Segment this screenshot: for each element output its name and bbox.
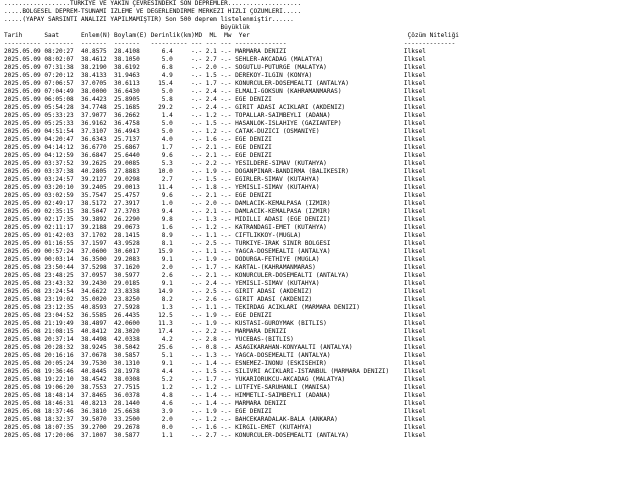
earthquake-row: 2025.05.09 01:42:03 37.1702 28.1415 8.9 … [4,232,426,239]
earthquake-row: 2025.05.09 05:25:33 36.9162 36.4758 5.0 … [4,120,426,127]
earthquake-row: 2025.05.09 04:12:59 36.6847 25.6440 9.6 … [4,152,426,159]
earthquake-row: 2025.05.09 01:16:55 37.1597 43.9528 8.1 … [4,240,426,247]
earthquake-row: 2025.05.09 08:20:27 40.8575 28.4108 6.4 … [4,48,426,55]
earthquake-row: 2025.05.08 23:48:25 37.0957 30.5977 2.6 … [4,272,426,279]
earthquake-row: 2025.05.09 02:11:17 39.2188 29.0673 1.6 … [4,224,426,231]
earthquake-row: 2025.05.09 07:20:12 38.4133 31.9463 4.9 … [4,72,426,79]
earthquake-row: 2025.05.09 04:51:54 37.3107 36.4943 5.0 … [4,128,426,135]
earthquake-row: 2025.05.08 21:08:15 40.8412 28.3020 17.4… [4,328,426,335]
earthquake-row: 2025.05.09 06:05:08 36.4423 25.8905 5.8 … [4,96,426,103]
banner-line-title: ..................TÜRKİYE VE YAKIN ÇEVRE… [4,0,302,7]
earthquake-row: 2025.05.08 20:16:16 37.0678 30.5857 5.1 … [4,352,426,359]
earthquake-row: 2025.05.08 18:46:31 40.8213 28.1440 4.6 … [4,400,426,407]
earthquake-row: 2025.05.08 17:20:06 37.1007 30.5877 1.1 … [4,432,426,439]
earthquake-row: 2025.05.08 23:19:02 35.0020 23.8250 8.2 … [4,296,426,303]
earthquake-row: 2025.05.09 08:02:07 38.4612 38.1050 5.0 … [4,56,426,63]
earthquake-table-body: 2025.05.09 08:20:27 40.8575 28.4108 6.4 … [4,48,640,440]
earthquake-row: 2025.05.09 03:20:10 39.2405 29.0013 11.4… [4,184,426,191]
earthquake-row: 2025.05.09 00:03:14 36.3500 29.2083 9.1 … [4,256,426,263]
banner-line-institute: .....BÖLGESEL DEPREM-TSUNAMİ İZLEME VE D… [4,8,302,15]
earthquake-row: 2025.05.08 23:04:52 36.5585 26.4435 12.5… [4,312,426,319]
earthquake-row: 2025.05.08 21:19:49 38.4897 42.0600 11.3… [4,320,426,327]
earthquake-row: 2025.05.08 23:43:32 39.2430 29.0185 9.1 … [4,280,426,287]
earthquake-row: 2025.05.09 02:49:17 38.5172 27.3917 1.0 … [4,200,426,207]
earthquake-row: 2025.05.08 19:06:20 38.7553 27.7515 1.2 … [4,384,426,391]
magnitude-group-label: Büyüklük [4,24,250,31]
earthquake-list-page: ..................TÜRKİYE VE YAKIN ÇEVRE… [0,0,640,478]
earthquake-row: 2025.05.08 20:05:24 39.7530 30.1310 9.1 … [4,360,426,367]
earthquake-row: 2025.05.09 05:54:28 34.7748 25.1685 29.2… [4,104,426,111]
earthquake-row: 2025.05.08 18:07:35 39.2700 29.2678 0.0 … [4,424,426,431]
earthquake-row: 2025.05.08 20:37:14 38.4498 42.0338 4.2 … [4,336,426,343]
earthquake-row: 2025.05.09 04:14:12 36.6770 25.6867 1.7 … [4,144,426,151]
earthquake-row: 2025.05.08 20:28:32 38.9245 30.5042 25.6… [4,344,426,351]
earthquake-row: 2025.05.08 18:48:14 37.8465 36.0378 4.8 … [4,392,426,399]
earthquake-row: 2025.05.08 23:50:44 37.5298 37.1620 2.0 … [4,264,426,271]
banner-line-note: .....(YAPAY SARSINTI ANALİZİ YAPILMAMIŞT… [4,16,294,23]
earthquake-row: 2025.05.09 07:31:38 38.2190 38.6192 6.8 … [4,64,426,71]
earthquake-row: 2025.05.09 02:35:15 38.5047 27.3703 9.4 … [4,208,426,215]
earthquake-row: 2025.05.09 03:37:38 40.2805 27.8883 10.0… [4,168,426,175]
earthquake-row: 2025.05.08 19:36:46 40.8445 28.1978 4.4 … [4,368,426,375]
earthquake-row: 2025.05.09 03:24:57 39.2127 29.0298 2.7 … [4,176,426,183]
earthquake-row: 2025.05.09 04:20:47 36.6343 25.7137 4.0 … [4,136,426,143]
earthquake-row: 2025.05.09 03:37:52 39.2625 29.0085 5.3 … [4,160,426,167]
column-headers: Tarih Saat Enlem(N) Boylam(E) Derinlik(k… [4,32,459,39]
header-separator: ---------- -------- ------- ------- ----… [4,40,456,47]
earthquake-row: 2025.05.09 02:17:35 39.3892 26.2290 9.8 … [4,216,426,223]
earthquake-row: 2025.05.08 18:37:46 36.3810 25.6638 3.9 … [4,408,426,415]
earthquake-row: 2025.05.08 19:22:10 38.4542 38.0308 5.2 … [4,376,426,383]
earthquake-row: 2025.05.09 07:04:49 38.0000 36.6430 5.0 … [4,88,426,95]
earthquake-row: 2025.05.08 23:24:54 34.6622 23.8338 14.9… [4,288,426,295]
earthquake-row: 2025.05.08 23:12:35 40.8593 27.5928 1.3 … [4,304,426,311]
earthquake-row: 2025.05.09 07:06:57 37.0705 30.6113 15.4… [4,80,426,87]
earthquake-row: 2025.05.09 00:57:24 37.0600 30.6017 15.9… [4,248,426,255]
earthquake-row: 2025.05.09 05:33:23 37.9077 36.2662 1.4 … [4,112,426,119]
earthquake-row: 2025.05.09 03:02:59 35.7547 25.4757 9.6 … [4,192,426,199]
banner: ..................TÜRKİYE VE YAKIN ÇEVRE… [4,0,640,24]
earthquake-row: 2025.05.08 18:32:37 39.5070 33.2500 2.0 … [4,416,426,423]
